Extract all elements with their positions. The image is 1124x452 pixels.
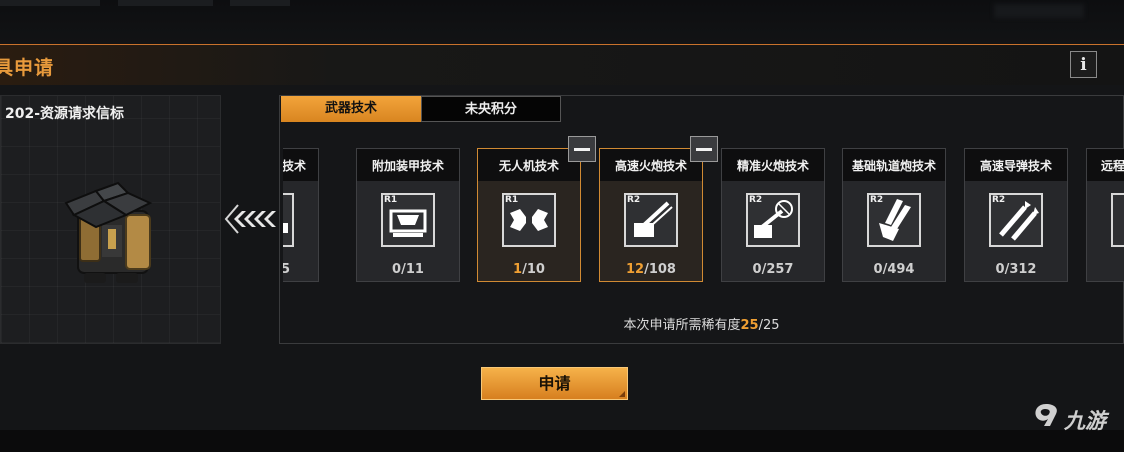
card-title: 高速火炮技术 bbox=[600, 149, 702, 181]
card-count: /5 bbox=[283, 262, 290, 277]
card-rank: R1 bbox=[384, 195, 398, 205]
top-tab-stub bbox=[230, 0, 290, 6]
partial-tech-icon bbox=[1111, 193, 1124, 247]
tech-card[interactable]: 远程 bbox=[1086, 148, 1124, 282]
tech-card[interactable]: 精准火炮技术 R2 0/257 bbox=[721, 148, 825, 282]
decrease-button[interactable] bbox=[690, 136, 718, 162]
missile-icon: R2 bbox=[989, 193, 1043, 247]
top-tab-stub bbox=[0, 0, 100, 6]
tab-weiyang-points[interactable]: 未央积分 bbox=[421, 96, 561, 122]
card-title: 远程 bbox=[1087, 149, 1124, 181]
tech-card-strip: 空技术 /5 附加装甲技术 R1 0/11 无人机技术 R1 1/10 高速火炮… bbox=[283, 148, 1124, 284]
card-count: 12/108 bbox=[626, 262, 676, 277]
card-title: 高速导弹技术 bbox=[965, 149, 1067, 181]
rarity-label: 本次申请所需稀有度 bbox=[623, 318, 741, 333]
tech-card[interactable]: 无人机技术 R1 1/10 bbox=[477, 148, 581, 282]
panel-title: 具申请 bbox=[0, 57, 55, 79]
card-title: 附加装甲技术 bbox=[357, 149, 459, 181]
top-tab-stub bbox=[118, 0, 213, 6]
jiuyou-logo-icon bbox=[1035, 404, 1057, 426]
card-count: 0/11 bbox=[392, 262, 424, 277]
card-count: 0/257 bbox=[752, 262, 794, 277]
decrease-button[interactable] bbox=[568, 136, 596, 162]
armor-plate-icon: R1 bbox=[381, 193, 435, 247]
panel-header: 具申请 i bbox=[0, 45, 1124, 85]
scroll-left-arrows-icon[interactable] bbox=[224, 203, 276, 235]
card-rank: R2 bbox=[627, 195, 641, 205]
card-rank: R2 bbox=[992, 195, 1006, 205]
bottom-shade bbox=[0, 430, 1124, 452]
card-rank: R1 bbox=[505, 195, 519, 205]
beacon-crate-icon bbox=[64, 181, 153, 283]
tech-card[interactable]: 高速火炮技术 R2 12/108 bbox=[599, 148, 703, 282]
card-count: 0/494 bbox=[873, 262, 915, 277]
card-title: 基础轨道炮技术 bbox=[843, 149, 945, 181]
tech-card[interactable]: 空技术 /5 bbox=[283, 148, 319, 282]
rarity-requirement: 本次申请所需稀有度25/25 bbox=[623, 318, 780, 333]
apply-button[interactable]: 申请 bbox=[481, 367, 628, 400]
tab-weapon-tech[interactable]: 武器技术 bbox=[281, 96, 421, 122]
partial-tech-icon bbox=[283, 193, 294, 247]
card-title: 无人机技术 bbox=[478, 149, 580, 181]
rarity-max: 25 bbox=[762, 318, 780, 333]
card-rank: R2 bbox=[870, 195, 884, 205]
item-preview: 202-资源请求信标 bbox=[0, 95, 221, 344]
card-count: 0/312 bbox=[995, 262, 1037, 277]
tech-card[interactable]: 附加装甲技术 R1 0/11 bbox=[356, 148, 460, 282]
card-rank: R2 bbox=[749, 195, 763, 205]
cannon-icon: R2 bbox=[624, 193, 678, 247]
tech-card[interactable]: 高速导弹技术 R2 0/312 bbox=[964, 148, 1068, 282]
railgun-icon: R2 bbox=[867, 193, 921, 247]
top-bar bbox=[0, 0, 1124, 44]
item-name: 202-资源请求信标 bbox=[5, 106, 125, 122]
card-count: 1/10 bbox=[513, 262, 545, 277]
drone-icon: R1 bbox=[502, 193, 556, 247]
watermark: 九游 bbox=[1032, 402, 1106, 435]
precision-cannon-icon: R2 bbox=[746, 193, 800, 247]
card-title: 空技术 bbox=[283, 149, 318, 181]
info-button[interactable]: i bbox=[1070, 51, 1097, 78]
top-bar-glow bbox=[994, 4, 1084, 18]
card-title: 精准火炮技术 bbox=[722, 149, 824, 181]
rarity-current: 25 bbox=[740, 318, 759, 333]
tech-card[interactable]: 基础轨道炮技术 R2 0/494 bbox=[842, 148, 946, 282]
